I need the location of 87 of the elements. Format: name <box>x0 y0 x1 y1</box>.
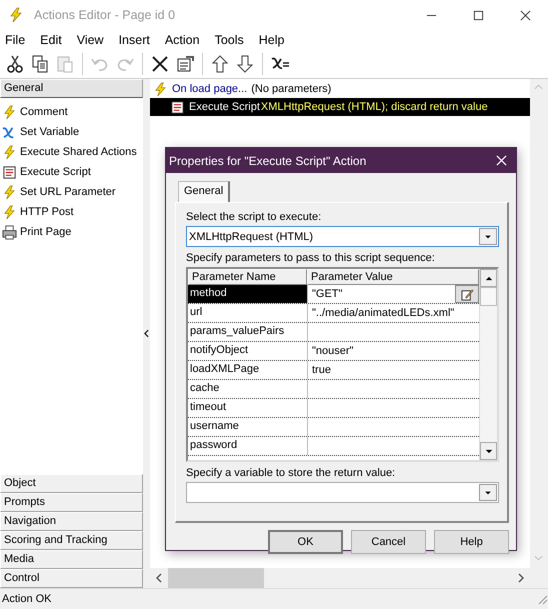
scroll-down-button[interactable] <box>480 442 497 460</box>
table-cell-text: "../media/animatedLEDs.xml" <box>312 306 454 320</box>
field-label: Select the script to execute: <box>186 210 322 225</box>
menu-item[interactable]: Tools <box>214 33 244 47</box>
action-node[interactable]: Execute ScriptXMLHttpRequest (HTML); discard return value <box>150 98 530 116</box>
copy-icon[interactable] <box>30 54 50 74</box>
close-icon[interactable] <box>520 10 531 20</box>
action-list-item[interactable]: Set Variable <box>0 122 143 142</box>
properties-icon[interactable] <box>175 54 195 74</box>
item-label: Execute Script <box>20 166 91 178</box>
action-list-item[interactable]: Set URL Parameter <box>0 182 143 202</box>
menu-item[interactable]: Action <box>164 33 200 47</box>
category-header[interactable]: Prompts <box>0 493 143 512</box>
category-header[interactable]: Control <box>0 569 143 588</box>
item-label: Set URL Parameter <box>20 186 116 198</box>
menu-item[interactable]: Edit <box>40 33 62 47</box>
column-header[interactable]: Parameter Value <box>307 269 479 285</box>
scroll-icon <box>170 100 185 114</box>
scrollbar-thumb[interactable] <box>168 568 264 588</box>
table-cell[interactable]: password <box>188 437 308 455</box>
category-header[interactable]: Navigation <box>0 512 143 531</box>
down-triangle-icon <box>484 448 492 454</box>
table-cell-text: "GET" <box>312 286 342 302</box>
maximize-icon[interactable] <box>473 10 484 20</box>
category-header[interactable]: Object <box>0 474 143 493</box>
pencil-icon <box>460 288 474 300</box>
up-triangle-icon <box>484 276 492 280</box>
resize-grip-icon[interactable] <box>536 593 548 605</box>
menu-item[interactable]: File <box>5 33 26 47</box>
table-cell[interactable]: loadXMLPage <box>188 361 308 379</box>
field-label: Specify a variable to store the return value: <box>186 466 396 481</box>
lightning-icon <box>2 144 17 160</box>
table-cell-text: "nouser" <box>312 344 354 358</box>
scroll-left-icon[interactable] <box>156 573 162 583</box>
item-label: Print Page <box>20 226 72 238</box>
dialog-button[interactable]: Cancel <box>351 530 426 554</box>
edit-button[interactable] <box>455 285 479 303</box>
scroll-up-button[interactable] <box>480 269 497 287</box>
lightning-icon <box>8 7 24 23</box>
item-label: Set Variable <box>20 126 80 138</box>
menu-item[interactable]: Insert <box>118 33 150 47</box>
action-list-item[interactable]: Print Page <box>0 222 143 242</box>
menu-item[interactable]: View <box>76 33 104 47</box>
lightning-icon <box>2 104 17 120</box>
dialog-button[interactable]: Help <box>434 530 509 554</box>
lightning-icon <box>153 82 168 96</box>
item-label: HTTP Post <box>20 206 74 218</box>
event-detail: (No parameters) <box>251 83 332 95</box>
scrollbar-thumb[interactable] <box>480 287 497 306</box>
menu-item[interactable]: Help <box>258 33 284 47</box>
dialog-title: Properties for "Execute Script" Action <box>169 154 366 168</box>
action-name: Execute Script <box>189 101 260 113</box>
collapse-icon[interactable] <box>144 329 149 338</box>
action-list-item[interactable]: HTTP Post <box>0 202 143 222</box>
action-list-item[interactable]: Execute Script <box>0 162 143 182</box>
table-cell[interactable]: cache <box>188 380 308 398</box>
table-cell[interactable]: username <box>188 418 308 436</box>
table-cell[interactable]: url <box>188 304 308 322</box>
window-title: Actions Editor - Page id 0 <box>34 8 176 22</box>
table-cell-text: true <box>312 362 331 378</box>
field-label: Specify parameters to pass to this script sequence: <box>186 251 436 266</box>
item-label: Comment <box>20 106 68 118</box>
script-dropdown[interactable]: XMLHttpRequest (HTML) <box>186 226 499 247</box>
lightning-icon <box>2 204 17 220</box>
action-detail: XMLHttpRequest (HTML); discard return value <box>260 101 488 113</box>
event-node[interactable]: On load page... (No parameters) <box>150 80 530 98</box>
category-header[interactable]: Scoring and Tracking <box>0 531 143 550</box>
category-header[interactable]: General <box>0 79 143 98</box>
table-cell[interactable]: method <box>188 285 308 303</box>
action-list-item[interactable]: Comment <box>0 102 143 122</box>
table-cell[interactable]: timeout <box>188 399 308 417</box>
down-arrow-icon[interactable] <box>235 54 255 74</box>
status-text: Action OK <box>2 593 52 605</box>
table-cell[interactable]: notifyObject <box>188 342 308 360</box>
item-label: Execute Shared Actions <box>20 146 137 158</box>
scroll-right-icon[interactable] <box>518 573 524 583</box>
column-header[interactable]: Parameter Name <box>188 269 307 285</box>
category-header[interactable]: Media <box>0 550 143 569</box>
delete-icon[interactable] <box>150 54 170 74</box>
dialog-button[interactable]: OK <box>268 530 343 554</box>
event-name: On load page... <box>172 83 248 95</box>
table-cell[interactable]: params_valuePairs <box>188 323 308 341</box>
scissors-icon[interactable] <box>5 54 25 74</box>
lightning-icon <box>2 184 17 200</box>
tab[interactable]: General <box>178 181 230 202</box>
up-arrow-icon[interactable] <box>210 54 230 74</box>
action-list-item[interactable]: Execute Shared Actions <box>0 142 143 162</box>
